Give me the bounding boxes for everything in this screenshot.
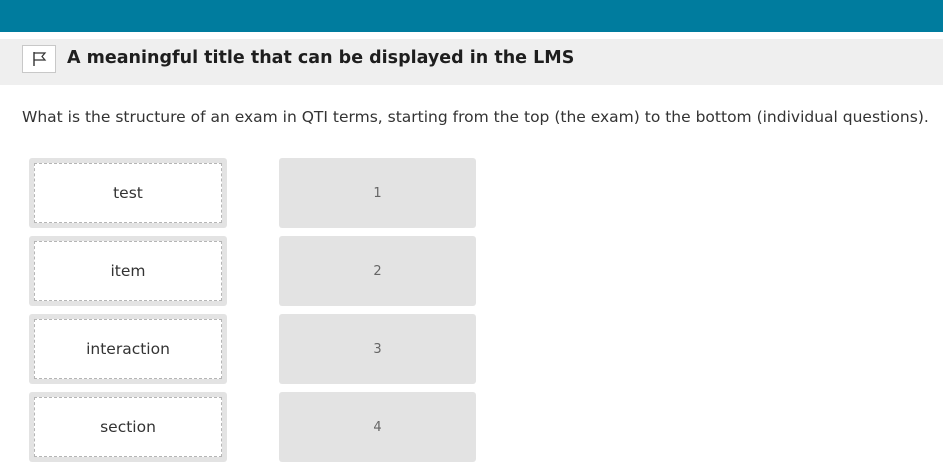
choice-item-item[interactable]: item bbox=[29, 236, 227, 306]
choice-label: interaction bbox=[34, 319, 222, 379]
question-prompt: What is the structure of an exam in QTI … bbox=[22, 108, 929, 126]
flag-icon bbox=[33, 52, 47, 66]
flag-button[interactable] bbox=[22, 45, 56, 73]
drop-slot-3[interactable]: 3 bbox=[279, 314, 476, 384]
drop-slot-1[interactable]: 1 bbox=[279, 158, 476, 228]
choice-item-section[interactable]: section bbox=[29, 392, 227, 462]
choice-list: test item interaction section bbox=[29, 158, 227, 470]
choice-label: section bbox=[34, 397, 222, 457]
drop-target-list: 1 2 3 4 bbox=[279, 158, 476, 470]
choice-item-interaction[interactable]: interaction bbox=[29, 314, 227, 384]
choice-label: test bbox=[34, 163, 222, 223]
top-bar bbox=[0, 0, 943, 32]
drop-slot-2[interactable]: 2 bbox=[279, 236, 476, 306]
choice-label: item bbox=[34, 241, 222, 301]
page-title: A meaningful title that can be displayed… bbox=[67, 48, 575, 68]
choice-item-test[interactable]: test bbox=[29, 158, 227, 228]
drop-slot-4[interactable]: 4 bbox=[279, 392, 476, 462]
